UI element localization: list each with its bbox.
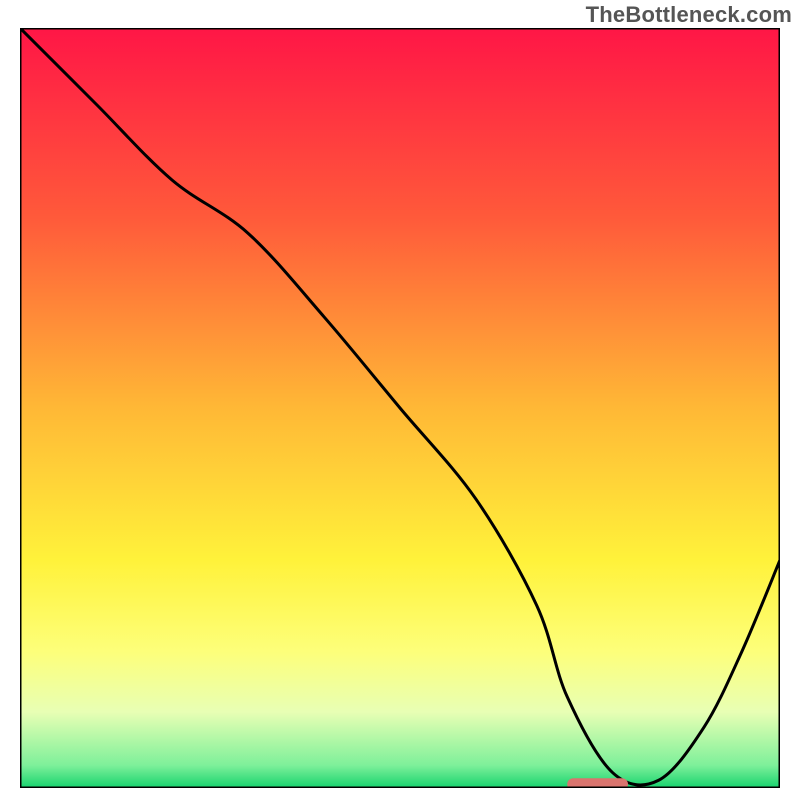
watermark-text: TheBottleneck.com xyxy=(586,2,792,28)
plot-area xyxy=(20,28,780,788)
chart-svg xyxy=(20,28,780,788)
chart-root: TheBottleneck.com xyxy=(0,0,800,800)
